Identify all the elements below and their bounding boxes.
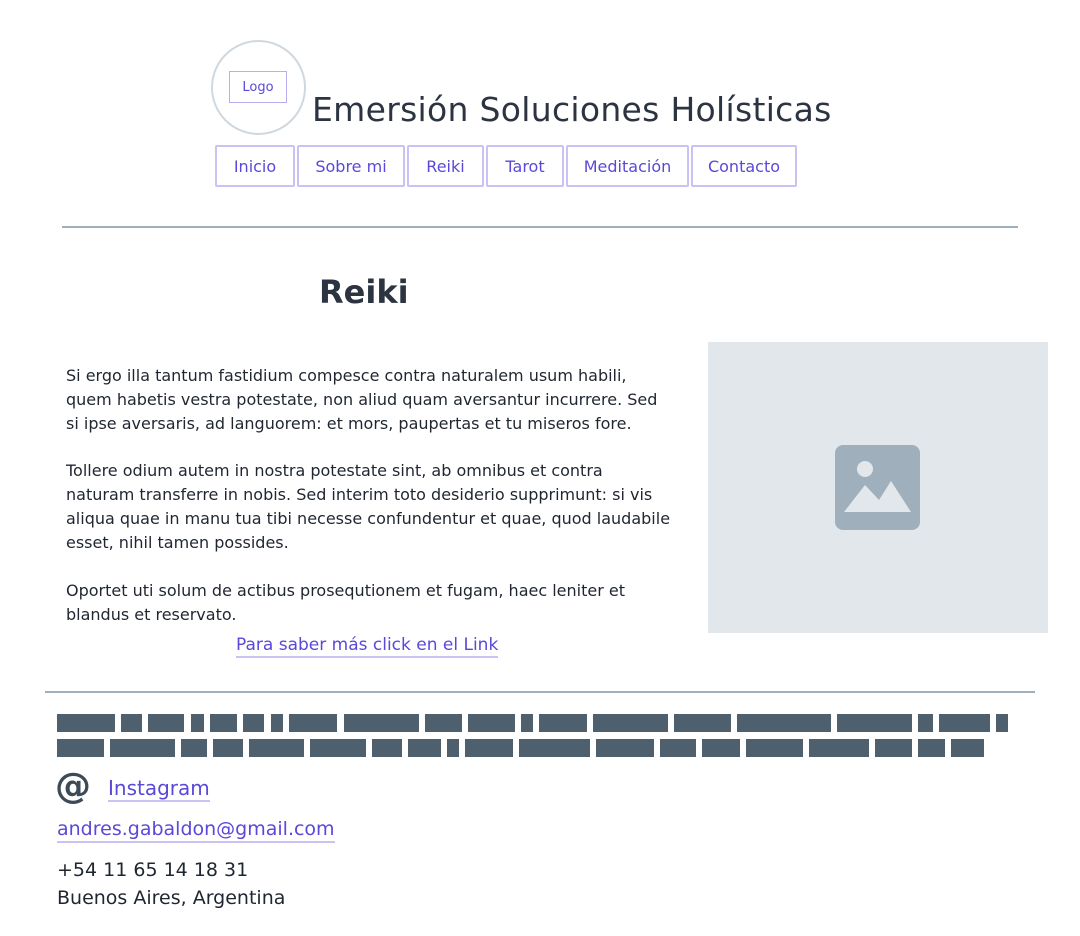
paragraph-3: Oportet uti solum de actibus proseqution… [66,579,656,627]
nav-meditacion[interactable]: Meditación [566,145,689,187]
page-title: Reiki [319,273,409,311]
paragraph-line: si ipse aversaris, ad languorem: et mors… [66,414,632,433]
paragraph-1: Si ergo illa tantum fastidium compesce c… [66,364,658,436]
paragraph-line: Oportet uti solum de actibus proseqution… [66,581,625,600]
image-placeholder [708,342,1048,633]
nav-reiki[interactable]: Reiki [407,145,484,187]
paragraph-2: Tollere odium autem in nostra potestate … [66,459,671,555]
more-info-link[interactable]: Para saber más click en el Link [236,634,499,658]
nav-tarot[interactable]: Tarot [486,145,564,187]
paragraph-line: blandus et reservato. [66,605,237,624]
nav-inicio[interactable]: Inicio [215,145,295,187]
nav-contacto[interactable]: Contacto [691,145,797,187]
location: Buenos Aires, Argentina [57,887,286,909]
header-divider [62,226,1018,228]
image-icon [835,445,920,530]
paragraph-line: aliqua quae in manu tua tibi necesse con… [66,509,671,528]
email-link[interactable]: andres.gabaldon@gmail.com [57,817,335,843]
phone-number: +54 11 65 14 18 31 [57,859,249,881]
nav-sobre-mi[interactable]: Sobre mi [297,145,405,187]
paragraph-line: Tollere odium autem in nostra potestate … [66,461,603,480]
paragraph-line: esset, nihil tamen possides. [66,533,289,552]
site-title: Emersión Soluciones Holísticas [312,90,832,129]
logo[interactable]: Logo [229,71,287,103]
paragraph-line: quem habetis vestra potestate, non aliud… [66,390,658,409]
paragraph-line: Si ergo illa tantum fastidium compesce c… [66,366,627,385]
at-icon: @ [55,766,91,807]
footer-divider [45,691,1035,693]
instagram-link[interactable]: Instagram [108,776,210,802]
paragraph-line: naturam transferre in nobis. Sed interim… [66,485,653,504]
